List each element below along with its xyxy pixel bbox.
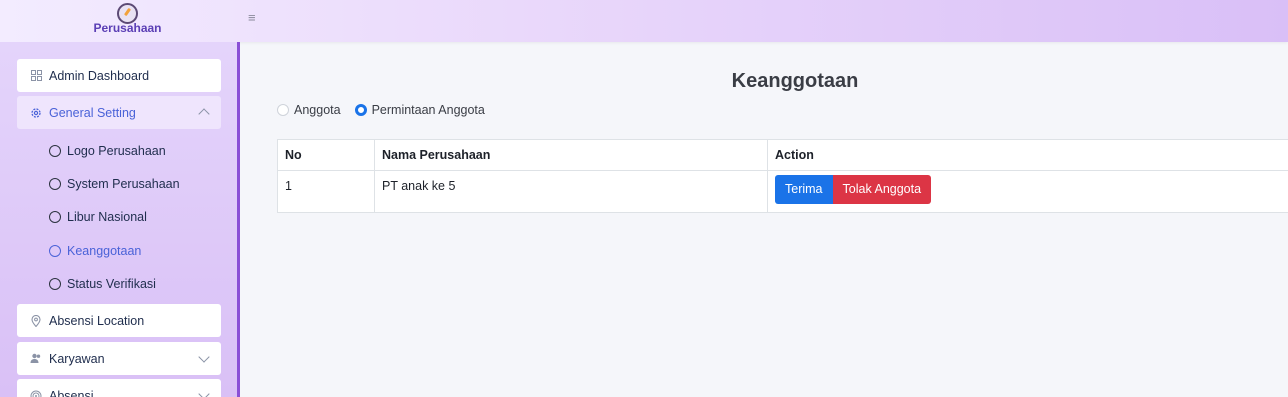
location-pin-icon: [30, 314, 42, 327]
sidebar-item-label: Absensi: [49, 388, 94, 397]
users-icon: [30, 353, 42, 365]
fingerprint-icon: [30, 390, 42, 397]
radio-button[interactable]: [277, 104, 289, 116]
grid-icon: [30, 70, 42, 82]
circle-icon: [49, 245, 61, 257]
cell-action: Terima Tolak Anggota: [767, 170, 1288, 213]
sidebar-subitem-label: Keanggotaan: [67, 244, 142, 258]
radio-anggota[interactable]: Anggota: [277, 103, 341, 117]
cell-nama-perusahaan: PT anak ke 5: [374, 170, 768, 213]
column-header-nama-perusahaan: Nama Perusahaan: [374, 139, 768, 171]
membership-filter: Anggota Permintaan Anggota: [277, 103, 499, 117]
sidebar-item-label: General Setting: [49, 105, 136, 120]
sidebar-subitem-label: Logo Perusahaan: [67, 144, 166, 158]
sidebar-subitem-label: Libur Nasional: [67, 210, 147, 224]
page-title: Keanggotaan: [731, 70, 859, 92]
sidebar-item-general-setting[interactable]: General Setting: [17, 96, 221, 129]
sidebar-subitem-status-verifikasi[interactable]: Status Verifikasi: [49, 275, 156, 293]
chevron-up-icon: [198, 108, 210, 120]
table-header-row: No Nama Perusahaan Action: [277, 139, 1288, 171]
sidebar-item-label: Admin Dashboard: [49, 68, 150, 83]
radio-permintaan-anggota[interactable]: Permintaan Anggota: [354, 103, 485, 117]
brand[interactable]: Perusahaan: [0, 0, 255, 42]
sidebar-subitem-libur-nasional[interactable]: Libur Nasional: [49, 208, 147, 226]
sidebar-item-label: Karyawan: [49, 351, 105, 366]
sidebar-item-absensi-location[interactable]: Absensi Location: [17, 304, 221, 337]
reject-button[interactable]: Tolak Anggota: [832, 175, 932, 204]
circle-icon: [49, 145, 61, 157]
sidebar-subitem-keanggotaan[interactable]: Keanggotaan: [49, 242, 141, 260]
sidebar-subitem-system-perusahaan[interactable]: System Perusahaan: [49, 175, 180, 193]
table-row: 1 PT anak ke 5 Terima Tolak Anggota: [277, 170, 1288, 213]
cell-no: 1: [277, 170, 375, 213]
radio-label: Permintaan Anggota: [371, 103, 485, 117]
chevron-down-icon: [198, 351, 210, 363]
sidebar-subitem-label: System Perusahaan: [67, 177, 180, 191]
sidebar-divider: [237, 42, 240, 397]
gear-icon: [30, 107, 42, 119]
sidebar-item-karyawan[interactable]: Karyawan: [17, 342, 221, 375]
circle-icon: [49, 278, 61, 290]
sidebar-item-label: Absensi Location: [49, 313, 145, 328]
circle-icon: [49, 178, 61, 190]
top-bar: Perusahaan ≡: [0, 0, 1288, 42]
chevron-down-icon: [198, 388, 210, 397]
radio-button[interactable]: [354, 104, 367, 116]
membership-table: No Nama Perusahaan Action 1 PT anak ke 5…: [277, 139, 1288, 213]
accept-button[interactable]: Terima: [775, 175, 833, 204]
sidebar-item-admin-dashboard[interactable]: Admin Dashboard: [17, 59, 221, 92]
hamburger-icon[interactable]: ≡: [248, 10, 256, 25]
radio-label: Anggota: [294, 103, 341, 117]
circle-icon: [49, 211, 61, 223]
column-header-action: Action: [767, 139, 1288, 171]
sidebar-subitem-logo-perusahaan[interactable]: Logo Perusahaan: [49, 142, 166, 160]
brand-name: Perusahaan: [93, 21, 162, 35]
column-header-no: No: [277, 139, 375, 171]
sidebar-item-absensi[interactable]: Absensi: [17, 379, 221, 397]
sidebar-subitem-label: Status Verifikasi: [67, 277, 156, 291]
